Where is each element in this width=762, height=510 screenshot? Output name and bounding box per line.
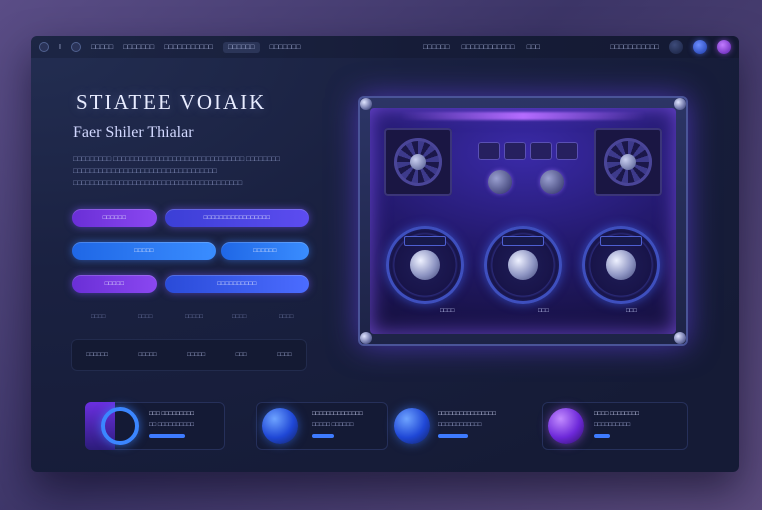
blue-orb-icon (262, 408, 298, 444)
top-navigation-bar: I □□□□□ □□□□□□□ □□□□□□□□□□□ □□□□□□ □□□□□… (31, 36, 739, 58)
screw-icon (674, 332, 686, 344)
card-title: □□□ □□□□□□□□□ (149, 411, 195, 417)
page-title: STIATEE VOIAIK (76, 90, 267, 114)
control-knob-icon[interactable] (488, 170, 512, 194)
card-subtitle: □□□□□ □□□□□□ (312, 422, 354, 428)
left-fan-housing (384, 128, 452, 196)
control-knob-icon[interactable] (540, 170, 564, 194)
nav-item-5[interactable]: □□□□□□□ (270, 44, 301, 51)
device-illustration: □□□□ □□□ □□□ (358, 96, 688, 346)
card-progress-bar (594, 434, 610, 438)
primary-action-button[interactable]: □□□□□□ (72, 209, 157, 227)
secondary-action-button[interactable]: □□□□□□□□□□□□□□□□□ (165, 209, 309, 227)
gauge-center (484, 226, 562, 304)
card-title: □□□□□□□□□□□□□□□□ (438, 411, 496, 417)
glow-strip (400, 112, 646, 120)
toolbar-item-4[interactable]: □□□□ (277, 352, 292, 358)
gauge-hub-icon[interactable] (410, 250, 440, 280)
nav-item-3[interactable]: □□□□□□□□□□□ (164, 44, 213, 51)
menu-dot-icon[interactable] (39, 42, 49, 52)
gauge-scale-icon (502, 236, 544, 246)
card-title: □□□□□□□□□□□□□□ (312, 411, 363, 417)
label-2: □□□□□ (185, 314, 204, 320)
gauge-hub-icon[interactable] (508, 250, 538, 280)
description-text: □□□□□□□□□ □□□□□□□□□□□□□□□□□□□□□□□□□□□□□□… (73, 156, 280, 187)
card-subtitle: □□ □□□□□□□□□□ (149, 422, 195, 428)
gauge-label: □□□ (626, 308, 637, 314)
gauge-scale-icon (404, 236, 446, 246)
gauge-scale-icon (600, 236, 642, 246)
account-link[interactable]: □□□□□□□□□□□ (610, 44, 659, 51)
chip-icon (478, 142, 500, 160)
card-subtitle: □□□□□□□□□□ (594, 422, 631, 428)
nav-item-1[interactable]: □□□□□ (91, 44, 113, 51)
toggle-dot-icon[interactable] (71, 42, 82, 52)
status-card-3[interactable]: □□□□□□□□□□□□□□□□ □□□□□□□□□□□□ (388, 402, 526, 450)
label-4: □□□□ (279, 314, 294, 320)
royal-option-button[interactable]: □□□□□□□□□□ (165, 275, 309, 293)
nav-item-2[interactable]: □□□□□□□ (123, 44, 154, 51)
card-progress-bar (312, 434, 334, 438)
gauge-left (386, 226, 464, 304)
chip-icon (530, 142, 552, 160)
gauge-label: □□□□ (440, 308, 455, 314)
blue-orb-icon (394, 408, 430, 444)
label-row: □□□□ □□□□ □□□□□ □□□□ □□□□ (91, 314, 326, 320)
app-window: I □□□□□ □□□□□□□ □□□□□□□□□□□ □□□□□□ □□□□□… (31, 36, 739, 472)
control-toolbar: □□□□□□ □□□□□ □□□□□ □□□ □□□□ (71, 339, 307, 371)
label-1: □□□□ (138, 314, 153, 320)
gauge-right (582, 226, 660, 304)
screw-icon (360, 332, 372, 344)
center-nav-1[interactable]: □□□□□□□□□□□□ (462, 44, 515, 51)
fan-icon (604, 138, 652, 186)
card-subtitle: □□□□□□□□□□□□ (438, 422, 482, 428)
toolbar-item-0[interactable]: □□□□□□ (86, 352, 108, 358)
card-progress-bar (438, 434, 468, 438)
card-progress-bar (149, 434, 185, 438)
gauge-label: □□□ (538, 308, 549, 314)
page-subtitle: Faer Shiler Thialar (73, 124, 194, 141)
screw-icon (674, 98, 686, 110)
status-card-4[interactable]: □□□□ □□□□□□□□ □□□□□□□□□□ (542, 402, 688, 450)
blue-small-button[interactable]: □□□□□□ (221, 242, 309, 260)
chip-icon (556, 142, 578, 160)
fan-icon (394, 138, 442, 186)
right-fan-housing (594, 128, 662, 196)
nav-item-0[interactable]: I (59, 44, 61, 51)
label-0: □□□□ (91, 314, 106, 320)
toolbar-item-2[interactable]: □□□□□ (187, 352, 205, 358)
card-title: □□□□ □□□□□□□□ (594, 411, 640, 417)
center-nav-2[interactable]: □□□ (527, 44, 540, 51)
purple-orb-icon (548, 408, 584, 444)
profile-button[interactable] (669, 40, 683, 54)
ring-indicator-icon (101, 407, 139, 445)
toolbar-item-3[interactable]: □□□ (236, 352, 247, 358)
settings-button[interactable] (717, 40, 731, 54)
toolbar-item-1[interactable]: □□□□□ (139, 352, 157, 358)
gauge-hub-icon[interactable] (606, 250, 636, 280)
status-card-1[interactable]: □□□ □□□□□□□□□ □□ □□□□□□□□□□ (85, 402, 225, 450)
center-nav-0[interactable]: □□□□□□ (423, 44, 450, 51)
nav-item-active[interactable]: □□□□□□ (223, 41, 260, 53)
label-3: □□□□ (232, 314, 247, 320)
notification-button[interactable] (693, 40, 707, 54)
purple-option-button[interactable]: □□□□□ (72, 275, 157, 293)
blue-wide-button[interactable]: □□□□□ (72, 242, 216, 260)
status-card-2[interactable]: □□□□□□□□□□□□□□ □□□□□ □□□□□□ (256, 402, 388, 450)
device-inner-panel: □□□□ □□□ □□□ (370, 108, 676, 334)
chip-icon (504, 142, 526, 160)
